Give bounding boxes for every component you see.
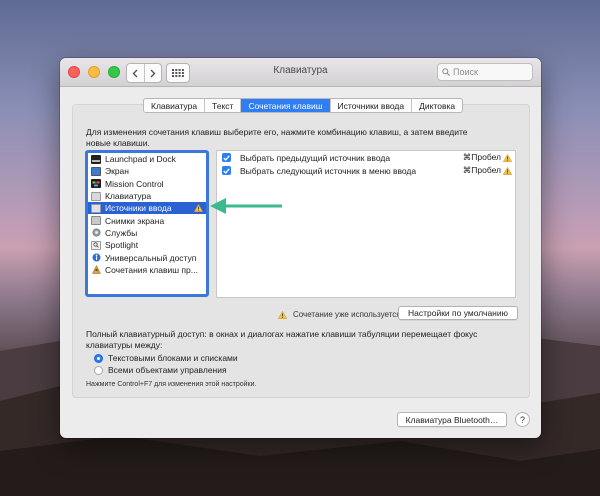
category-label: Службы bbox=[105, 227, 138, 238]
radio-button[interactable] bbox=[94, 365, 103, 375]
category-label: Launchpad и Dock bbox=[105, 154, 176, 165]
restore-defaults-button[interactable]: Настройки по умолчанию bbox=[398, 306, 518, 320]
shortcuts-table: Выбрать предыдущий источник ввода ⌘Пробе… bbox=[216, 150, 516, 298]
radio-label: Всеми объектами управления bbox=[108, 365, 227, 375]
mission-control-icon bbox=[91, 179, 101, 189]
category-mission-control[interactable]: Mission Control bbox=[88, 178, 206, 190]
conflict-text: Сочетание уже используется bbox=[293, 310, 401, 319]
tab-input-sources[interactable]: Источники ввода bbox=[329, 99, 412, 112]
shortcut-label: Выбрать следующий источник в меню ввода bbox=[240, 165, 417, 176]
tab-keyboard[interactable]: Клавиатура bbox=[144, 99, 204, 112]
tab-text[interactable]: Текст bbox=[204, 99, 240, 112]
keyboard-icon bbox=[91, 191, 101, 201]
category-label: Клавиатура bbox=[105, 191, 152, 202]
category-launchpad-dock[interactable]: Launchpad и Dock bbox=[88, 153, 206, 165]
accessibility-icon bbox=[91, 253, 101, 262]
shortcut-key[interactable]: ⌘Пробел bbox=[463, 165, 501, 176]
category-label: Spotlight bbox=[105, 240, 139, 251]
setup-bluetooth-keyboard-button[interactable]: Клавиатура Bluetooth… bbox=[397, 412, 507, 427]
tab-dictation[interactable]: Диктовка bbox=[411, 99, 462, 112]
category-label: Mission Control bbox=[105, 178, 164, 189]
category-label: Источники ввода bbox=[105, 203, 172, 214]
input-sources-icon bbox=[91, 203, 101, 213]
shortcut-category-list: Launchpad и Dock Экран Mission Control К… bbox=[85, 150, 209, 297]
shortcut-row[interactable]: Выбрать следующий источник в меню ввода … bbox=[217, 164, 515, 177]
title-bar: Клавиатура Поиск bbox=[60, 58, 541, 87]
services-gear-icon bbox=[91, 228, 101, 237]
shortcut-checkbox[interactable] bbox=[222, 166, 231, 175]
annotation-arrow-icon bbox=[210, 198, 282, 214]
warning-icon bbox=[278, 310, 287, 319]
instruction-text: Для изменения сочетания клавиш выберите … bbox=[86, 127, 468, 148]
radio-text-boxes-lists[interactable]: Текстовыми блоками и списками bbox=[94, 353, 238, 363]
category-label: Сочетания клавиш пр... bbox=[105, 264, 198, 275]
category-display[interactable]: Экран bbox=[88, 165, 206, 177]
warning-icon bbox=[503, 153, 512, 162]
tab-bar: Клавиатура Текст Сочетания клавиш Источн… bbox=[143, 98, 464, 113]
display-icon bbox=[91, 166, 101, 176]
search-placeholder: Поиск bbox=[453, 67, 478, 77]
category-services[interactable]: Службы bbox=[88, 227, 206, 239]
checkmark-icon bbox=[223, 167, 230, 174]
hint-text: Нажмите Control+F7 для изменения этой на… bbox=[86, 381, 257, 388]
category-input-sources[interactable]: Источники ввода bbox=[88, 202, 206, 215]
category-screenshots[interactable]: Снимки экрана bbox=[88, 214, 206, 226]
conflict-notice: Сочетание уже используется bbox=[278, 310, 401, 319]
category-accessibility[interactable]: Универсальный доступ bbox=[88, 251, 206, 263]
app-shortcuts-icon bbox=[91, 265, 101, 275]
radio-button-selected[interactable] bbox=[94, 353, 103, 363]
shortcut-checkbox[interactable] bbox=[222, 153, 231, 162]
category-app-shortcuts[interactable]: Сочетания клавиш пр... bbox=[88, 264, 206, 276]
screenshot-icon bbox=[91, 216, 101, 226]
category-label: Экран bbox=[105, 166, 129, 177]
shortcut-label: Выбрать предыдущий источник ввода bbox=[240, 152, 391, 163]
spotlight-icon bbox=[91, 240, 101, 250]
category-keyboard[interactable]: Клавиатура bbox=[88, 190, 206, 202]
category-label: Универсальный доступ bbox=[105, 252, 197, 263]
help-button[interactable]: ? bbox=[515, 412, 530, 427]
warning-icon bbox=[503, 166, 512, 175]
shortcut-key[interactable]: ⌘Пробел bbox=[463, 152, 501, 163]
category-label: Снимки экрана bbox=[105, 215, 165, 226]
category-spotlight[interactable]: Spotlight bbox=[88, 239, 206, 251]
radio-label: Текстовыми блоками и списками bbox=[108, 353, 238, 363]
full-keyboard-access-text: Полный клавиатурный доступ: в окнах и ди… bbox=[86, 329, 478, 350]
shortcut-row[interactable]: Выбрать предыдущий источник ввода ⌘Пробе… bbox=[217, 151, 515, 164]
checkmark-icon bbox=[223, 154, 230, 161]
warning-icon bbox=[194, 204, 203, 213]
launchpad-dock-icon bbox=[91, 154, 101, 164]
search-icon bbox=[442, 68, 450, 76]
search-field[interactable]: Поиск bbox=[437, 63, 533, 81]
keyboard-preferences-window: Клавиатура Поиск Клавиатура Текст Сочета… bbox=[60, 58, 541, 438]
tab-shortcuts[interactable]: Сочетания клавиш bbox=[240, 99, 330, 112]
radio-all-controls[interactable]: Всеми объектами управления bbox=[94, 365, 227, 375]
